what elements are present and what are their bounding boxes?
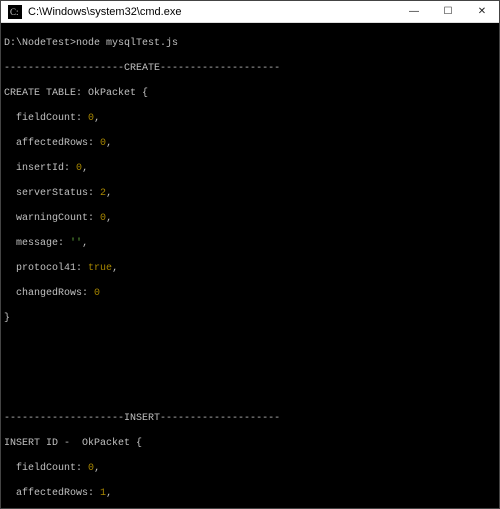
minimize-button[interactable]: — <box>397 1 431 22</box>
output-line: affectedRows: 0, <box>4 138 496 151</box>
output-line: message: '', <box>4 238 496 251</box>
output-line: CREATE TABLE: OkPacket { <box>4 88 496 101</box>
output-line: protocol41: true, <box>4 263 496 276</box>
cmd-icon: C: <box>7 4 23 20</box>
window-title: C:\Windows\system32\cmd.exe <box>28 6 397 18</box>
output-line <box>4 388 496 401</box>
output-line: serverStatus: 2, <box>4 188 496 201</box>
output-line: changedRows: 0 <box>4 288 496 301</box>
output-line: fieldCount: 0, <box>4 113 496 126</box>
output-line <box>4 338 496 351</box>
close-button[interactable]: ✕ <box>465 1 499 22</box>
minimize-icon: — <box>409 6 419 17</box>
section-header-create: --------------------CREATE--------------… <box>4 63 496 76</box>
output-line: } <box>4 313 496 326</box>
output-line: fieldCount: 0, <box>4 463 496 476</box>
window-controls: — ☐ ✕ <box>397 1 499 22</box>
output-line: INSERT ID - OkPacket { <box>4 438 496 451</box>
cmd-window: C: C:\Windows\system32\cmd.exe — ☐ ✕ D:\… <box>0 0 500 509</box>
prompt-line: D:\NodeTest>node mysqlTest.js <box>4 38 496 51</box>
terminal-output[interactable]: D:\NodeTest>node mysqlTest.js ----------… <box>1 23 499 508</box>
output-line: affectedRows: 1, <box>4 488 496 501</box>
maximize-button[interactable]: ☐ <box>431 1 465 22</box>
output-line <box>4 363 496 376</box>
svg-text:C:: C: <box>10 7 19 17</box>
section-header-insert: --------------------INSERT--------------… <box>4 413 496 426</box>
titlebar[interactable]: C: C:\Windows\system32\cmd.exe — ☐ ✕ <box>1 1 499 23</box>
maximize-icon: ☐ <box>444 6 453 17</box>
close-icon: ✕ <box>478 6 486 17</box>
output-line: insertId: 0, <box>4 163 496 176</box>
output-line: warningCount: 0, <box>4 213 496 226</box>
